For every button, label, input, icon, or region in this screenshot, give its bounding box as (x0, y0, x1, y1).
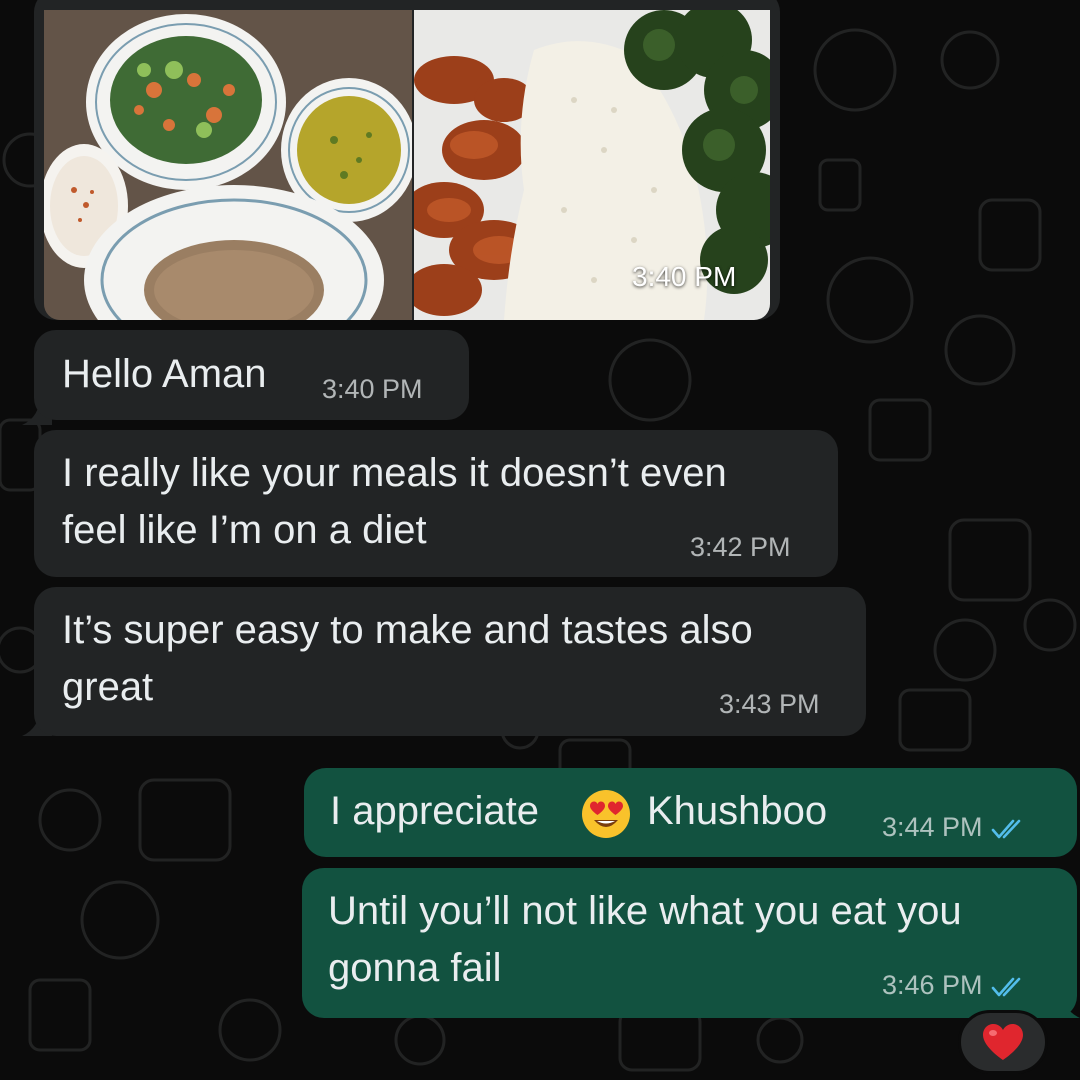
double-check-icon (991, 819, 1020, 839)
message-text-line-1: Until you’ll not like what you eat you (328, 889, 962, 933)
heart-eyes-emoji (582, 790, 630, 838)
message-text-line-2: feel like I’m on a diet (62, 508, 427, 552)
message-bubble-until[interactable]: Until you’ll not like what you eat you g… (302, 868, 1077, 1018)
message-bubble-meals[interactable]: I really like your meals it doesn’t even… (34, 430, 838, 577)
message-timestamp: 3:43 PM (719, 689, 820, 719)
message-text-line-2: great (62, 665, 154, 709)
timestamp-text: 3:46 PM (882, 970, 983, 1000)
chat-thread: 3:40 PM Hello Aman 3:40 PM I really like… (0, 0, 1080, 1080)
message-bubble-appreciate[interactable]: I appreciate Khushboo 3:44 PM (304, 768, 1077, 857)
message-text-name: Khushboo (647, 789, 828, 833)
red-heart-icon (983, 1024, 1023, 1060)
meal-photo-dal-salad-roti[interactable] (44, 10, 412, 320)
timestamp-text: 3:44 PM (882, 812, 983, 842)
message-text: Hello Aman (62, 352, 267, 396)
message-reaction[interactable] (958, 1010, 1048, 1074)
message-bubble-easy[interactable]: It’s super easy to make and tastes also … (34, 587, 866, 736)
image-timestamp: 3:40 PM (632, 261, 737, 292)
message-text-line-1: I really like your meals it doesn’t even (62, 451, 727, 495)
message-timestamp: 3:40 PM (322, 374, 423, 404)
message-timestamp: 3:44 PM (882, 812, 1027, 842)
message-text-line-2: gonna fail (328, 946, 502, 990)
message-bubble-hello[interactable]: Hello Aman 3:40 PM (34, 330, 469, 420)
message-text: I appreciate (330, 789, 540, 833)
double-check-icon (991, 977, 1020, 997)
message-timestamp: 3:46 PM (882, 970, 1027, 1000)
message-text-line-1: It’s super easy to make and tastes also (62, 608, 753, 652)
message-timestamp: 3:42 PM (690, 532, 791, 562)
